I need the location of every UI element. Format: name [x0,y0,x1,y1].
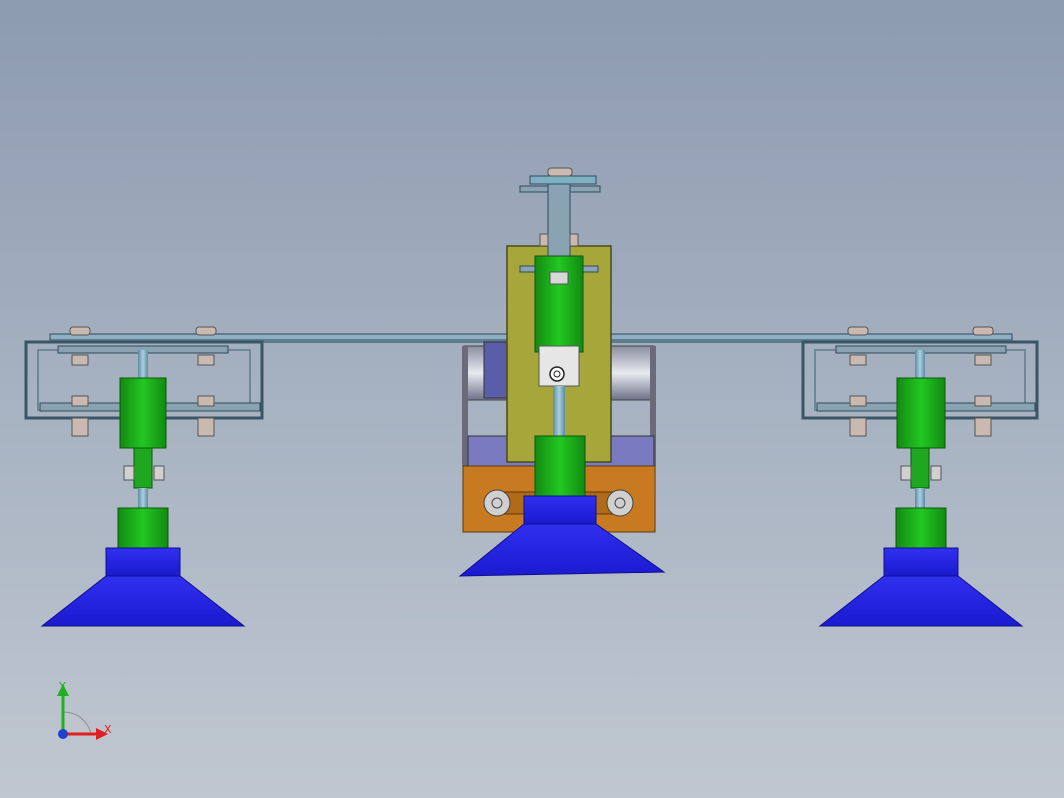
center-cup-neck [523,495,597,525]
left-cup-neck [105,547,181,577]
center-rod [553,386,565,436]
left-suction-assembly[interactable] [24,326,264,627]
left-upper-cylinder [119,377,167,449]
center-assembly[interactable] [458,167,666,577]
right-lower-rod [915,488,925,510]
left-pin-2 [153,465,165,481]
z-axis-dot [58,729,68,739]
center-upper-cylinder [534,255,584,353]
right-suction-cup [818,575,1024,627]
left-pin [123,465,135,481]
right-pin [900,465,912,481]
right-upper-cylinder [896,377,946,449]
right-upper-rod [915,350,925,380]
x-axis-label: X [104,723,112,736]
center-lower-cylinder [534,435,586,497]
base-roller-right [606,489,634,517]
top-bracket [529,175,597,185]
left-clevis [133,447,153,489]
coordinate-triad: Y X [57,680,112,740]
center-nut [549,271,569,285]
triad-arc [62,711,92,735]
base-roller-left [483,489,511,517]
assembly-model[interactable]: Y X [0,0,1064,798]
right-pin-2 [930,465,942,481]
plate-bolt-right [569,233,579,247]
right-cup-neck [883,547,959,577]
right-suction-assembly[interactable] [801,326,1039,627]
cad-viewport[interactable]: Y X [0,0,1064,798]
left-suction-cup [40,575,246,627]
right-lower-cylinder [895,507,947,551]
left-lower-rod [138,488,148,510]
plate-bolt-left [539,233,549,247]
left-bracket [483,341,509,399]
left-lower-cylinder [117,507,169,551]
right-clevis [910,447,930,489]
right-roller [605,345,655,401]
left-wall [462,346,468,466]
top-bolt [547,167,573,177]
clamp-screw [549,366,565,382]
left-upper-rod [138,350,148,380]
y-axis-label: Y [58,680,66,693]
